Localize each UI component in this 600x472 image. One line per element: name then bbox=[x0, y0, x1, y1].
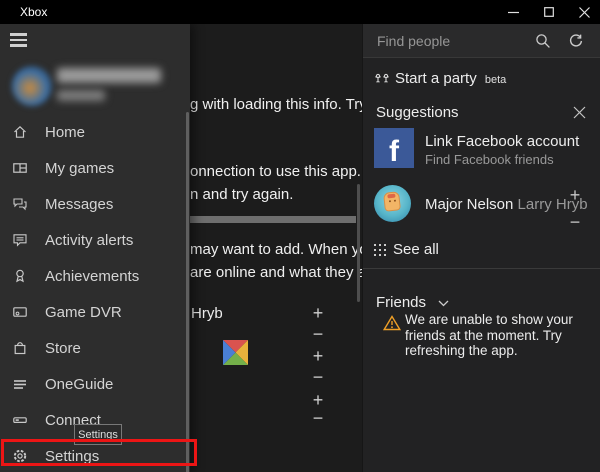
connect-device-icon bbox=[12, 412, 28, 428]
error-text-fragment: g with loading this info. Try bbox=[190, 96, 367, 113]
minimize-button[interactable] bbox=[495, 0, 531, 24]
nav-list: Home My games Messages Activity alerts bbox=[0, 114, 190, 472]
oneguide-icon bbox=[12, 376, 28, 392]
sidebar-item-home[interactable]: Home bbox=[0, 114, 190, 150]
hamburger-menu-icon[interactable] bbox=[10, 33, 27, 47]
toast-character bbox=[383, 191, 401, 212]
home-icon bbox=[12, 124, 28, 140]
user-avatar[interactable] bbox=[12, 66, 52, 106]
social-panel: Start a party beta Suggestions f Link Fa… bbox=[362, 24, 600, 472]
xbox-app-window: g with loading this info. Try onnection … bbox=[0, 0, 600, 472]
suggestions-header: Suggestions bbox=[376, 104, 459, 121]
suggest-text-fragment: may want to add. When you bbox=[190, 241, 376, 258]
sidebar-item-store[interactable]: Store bbox=[0, 330, 190, 366]
add-friend-button[interactable]: + bbox=[310, 391, 326, 409]
messages-icon bbox=[12, 196, 28, 212]
remove-suggestion-button[interactable]: − bbox=[310, 368, 326, 386]
game-dvr-icon bbox=[12, 304, 28, 320]
user-name-redacted bbox=[57, 68, 161, 83]
connection-text-fragment: onnection to use this app. bbox=[190, 163, 361, 180]
facebook-subtitle: Find Facebook friends bbox=[425, 152, 554, 167]
shopping-bag-icon bbox=[12, 340, 28, 356]
search-input[interactable] bbox=[377, 28, 527, 54]
see-all-grid-icon bbox=[374, 244, 386, 256]
sidebar-item-oneguide[interactable]: OneGuide bbox=[0, 366, 190, 402]
person-gamertag: Major Nelson bbox=[425, 196, 513, 213]
warning-icon bbox=[383, 315, 401, 331]
friends-header[interactable]: Friends bbox=[376, 294, 449, 311]
navigation-sidebar: Home My games Messages Activity alerts bbox=[0, 24, 190, 472]
close-button[interactable] bbox=[566, 0, 600, 24]
add-friend-button[interactable]: + bbox=[310, 304, 326, 322]
sidebar-item-game-dvr[interactable]: Game DVR bbox=[0, 294, 190, 330]
annotation-highlight-box bbox=[1, 439, 197, 466]
activity-alerts-icon bbox=[12, 232, 28, 248]
sidebar-item-my-games[interactable]: My games bbox=[0, 150, 190, 186]
remove-suggestion-button[interactable]: − bbox=[310, 325, 326, 343]
remove-suggestion-button[interactable]: − bbox=[567, 213, 583, 231]
pinwheel-avatar bbox=[223, 340, 248, 365]
person-row[interactable]: Major Nelson Larry Hryb bbox=[425, 196, 588, 213]
maximize-button[interactable] bbox=[531, 0, 567, 24]
add-friend-button[interactable]: + bbox=[310, 347, 326, 365]
games-icon bbox=[12, 160, 28, 176]
user-subtext-redacted bbox=[57, 90, 105, 101]
sidebar-scrollbar[interactable] bbox=[186, 112, 189, 472]
partially-hidden-element bbox=[190, 216, 356, 223]
sidebar-item-activity-alerts[interactable]: Activity alerts bbox=[0, 222, 190, 258]
add-friend-button[interactable]: + bbox=[567, 186, 583, 204]
close-suggestions-icon[interactable] bbox=[573, 106, 586, 119]
window-title: Xbox bbox=[20, 0, 47, 24]
party-icon bbox=[373, 71, 391, 87]
link-facebook-button[interactable]: Link Facebook account bbox=[425, 133, 579, 150]
suggest-text-fragment: are online and what they are bbox=[190, 264, 379, 281]
see-all-button[interactable]: See all bbox=[393, 241, 439, 258]
try-again-text-fragment: n and try again. bbox=[190, 186, 293, 203]
main-scrollbar[interactable] bbox=[357, 184, 360, 302]
search-icon[interactable] bbox=[535, 33, 551, 49]
find-people-searchbar bbox=[363, 24, 600, 58]
refresh-icon[interactable] bbox=[568, 33, 584, 49]
beta-badge: beta bbox=[485, 74, 506, 86]
trophy-icon bbox=[12, 268, 28, 284]
section-divider bbox=[363, 268, 600, 269]
major-nelson-avatar[interactable] bbox=[374, 185, 411, 222]
remove-suggestion-button[interactable]: − bbox=[310, 409, 326, 427]
partial-gamertag: Hryb bbox=[191, 305, 223, 322]
sidebar-item-messages[interactable]: Messages bbox=[0, 186, 190, 222]
facebook-icon[interactable]: f bbox=[374, 128, 414, 168]
friends-warning-message: We are unable to show your friends at th… bbox=[405, 312, 585, 359]
start-party-button[interactable]: Start a party beta bbox=[395, 70, 506, 87]
sidebar-item-achievements[interactable]: Achievements bbox=[0, 258, 190, 294]
window-titlebar: Xbox bbox=[0, 0, 600, 24]
chevron-down-icon bbox=[438, 294, 449, 311]
